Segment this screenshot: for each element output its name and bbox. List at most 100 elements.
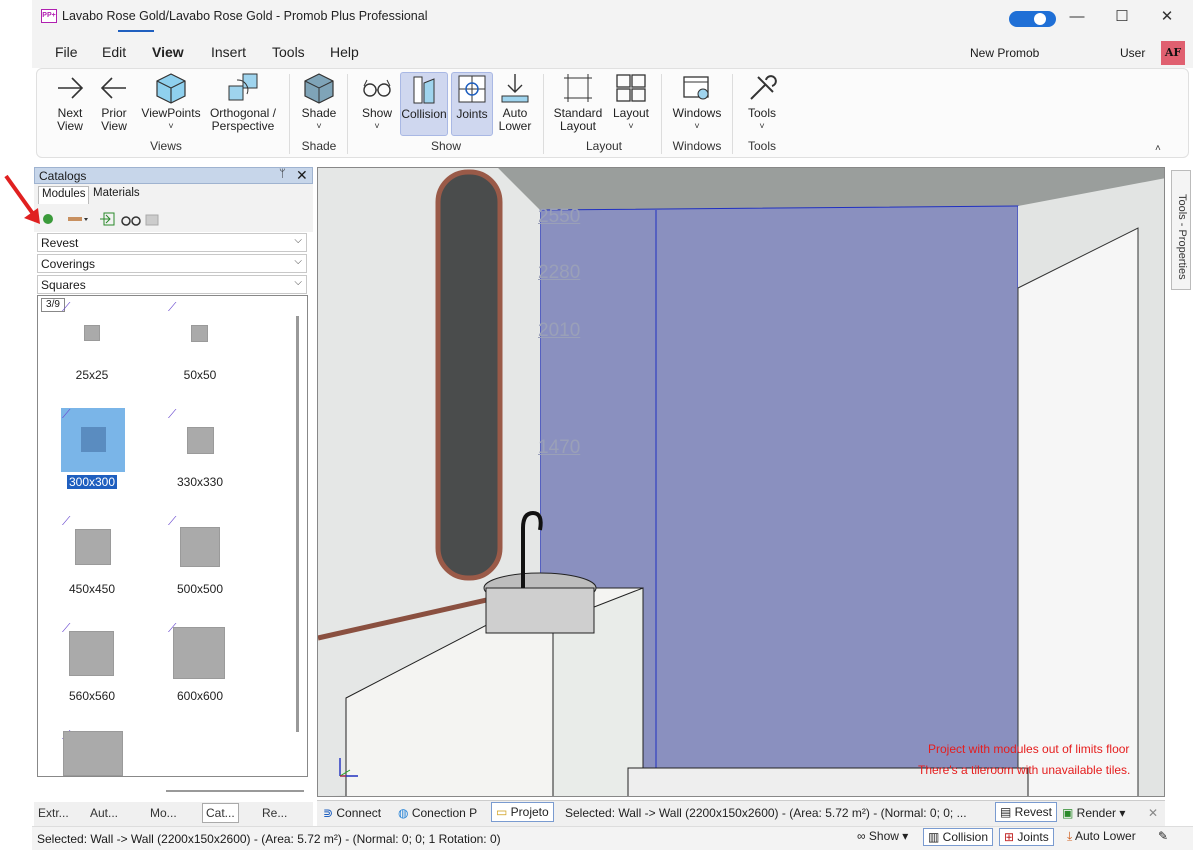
auto-lower-button[interactable]: Auto Lower (497, 72, 533, 133)
menu-edit[interactable]: Edit (102, 44, 126, 60)
globe-icon: ◍ (398, 806, 412, 820)
windows-button[interactable]: Windows ˅ (670, 72, 724, 133)
minimize-button[interactable]: — (1055, 4, 1099, 30)
tab-connect[interactable]: ⋑ Connect (323, 806, 381, 820)
joints-button[interactable]: Joints (451, 72, 493, 136)
catalog-scrollbar[interactable] (296, 316, 299, 732)
tab-cat[interactable]: Cat... (202, 803, 239, 823)
status-joints-button[interactable]: ⊞ Joints (999, 828, 1054, 846)
tools-icon (746, 72, 778, 104)
collision-button[interactable]: Collision (400, 72, 448, 136)
orthogonal-perspective-button[interactable]: Orthogonal / Perspective (205, 72, 281, 133)
catalog-item[interactable]: ⟋ 560x560 (52, 621, 132, 711)
catalog-item[interactable]: ⟋ 500x500 (160, 514, 240, 604)
scene-render (318, 168, 1164, 796)
tab-revest[interactable]: ▤ Revest (995, 802, 1058, 822)
app-icon: PP+ (41, 9, 57, 23)
prior-view-button[interactable]: Prior View (96, 72, 132, 133)
maximize-button[interactable]: ☐ (1100, 4, 1144, 30)
disabled-tool-icon (145, 214, 159, 226)
collision-icon (408, 73, 440, 105)
status-show-button[interactable]: ∞ Show ▾ (853, 828, 912, 844)
avatar[interactable]: AF (1161, 41, 1185, 65)
collapse-ribbon-button[interactable]: ˄ (1155, 143, 1161, 154)
user-label: User (1120, 46, 1146, 60)
tools-button[interactable]: Tools ˅ (742, 72, 782, 133)
arrow-left-icon (98, 72, 130, 104)
shade-cube-icon (303, 72, 335, 104)
status-auto-lower-button[interactable]: ⤓ Auto Lower (1063, 828, 1140, 845)
menu-bar: File Edit View Insert Tools Help New Pro… (32, 34, 1193, 68)
standard-layout-button[interactable]: Standard Layout (553, 72, 603, 133)
tile-thumbnail (191, 325, 208, 342)
tab-materials[interactable]: Materials (90, 186, 143, 200)
tile-thumbnail (180, 527, 220, 567)
shade-button[interactable]: Shade ˅ (299, 72, 339, 133)
joints-icon: ⊞ (1004, 830, 1018, 844)
catalog-toolbar (34, 204, 313, 232)
menu-help[interactable]: Help (330, 44, 359, 60)
layout-button[interactable]: Layout ˅ (611, 72, 651, 133)
tab-mo[interactable]: Mo... (150, 806, 177, 820)
perspective-cubes-icon (227, 72, 259, 104)
menu-tools[interactable]: Tools (272, 44, 305, 60)
viewpoints-button[interactable]: ViewPoints ˅ (140, 72, 202, 133)
standard-layout-icon (562, 72, 594, 104)
group-views: Views (150, 139, 182, 153)
toggle-knob (1034, 13, 1046, 25)
menu-view[interactable]: View (152, 44, 184, 60)
tab-aut[interactable]: Aut... (90, 806, 118, 820)
rss-icon: ⋑ (323, 806, 337, 820)
tab-render[interactable]: ▣ Render ▾ (1062, 806, 1125, 820)
dimension-label: 2280 (538, 262, 581, 283)
close-tabs-button[interactable]: ✕ (1148, 806, 1158, 820)
catalog-item[interactable]: ⟋ 25x25 (52, 300, 132, 390)
catalogs-header: Catalogs ᛘ ✕ (34, 167, 313, 184)
menu-insert[interactable]: Insert (211, 44, 246, 60)
ribbon-separator (732, 74, 733, 154)
axis-gizmo-icon (339, 758, 358, 777)
3d-viewport[interactable]: 2550 2280 2010 1470 Project with modules… (317, 167, 1165, 797)
ruler-icon (68, 217, 82, 221)
tile-thumbnail (187, 427, 214, 454)
chevron-down-icon: ⌵ (294, 235, 302, 246)
catalog-item[interactable]: ⟋ 600x600 (160, 621, 240, 711)
dimension-label: 2010 (538, 320, 581, 341)
new-promob-label: New Promob (970, 46, 1040, 60)
auto-lower-icon (499, 72, 531, 104)
show-button[interactable]: Show ˅ (358, 72, 396, 133)
catalog-item[interactable]: ⟋ 50x50 (160, 300, 240, 390)
pencil-icon[interactable]: ✎ (1154, 828, 1172, 844)
tab-projeto[interactable]: ▭ Projeto (491, 802, 554, 822)
ribbon-separator (347, 74, 348, 154)
catalog-item[interactable]: ⟋ (52, 728, 132, 776)
type-dropdown[interactable]: Squares ⌵ (37, 275, 307, 294)
folder-icon: ▭ (496, 805, 511, 819)
group-show: Show (430, 139, 462, 153)
catalog-hscrollbar[interactable] (166, 790, 304, 792)
auto-lower-icon: ⤓ (1067, 829, 1075, 843)
category-dropdown[interactable]: Revest ⌵ (37, 233, 307, 252)
catalog-item-selected[interactable]: ⟋ 300x300 (52, 407, 132, 497)
dimension-label: 1470 (538, 437, 581, 458)
status-collision-button[interactable]: ▥ Collision (923, 828, 994, 846)
subcategory-dropdown[interactable]: Coverings ⌵ (37, 254, 307, 273)
tab-re[interactable]: Re... (262, 806, 287, 820)
ribbon-separator (661, 74, 662, 154)
menu-file[interactable]: File (55, 44, 78, 60)
close-catalog-button[interactable]: ✕ (296, 167, 308, 184)
catalog-item[interactable]: ⟋ 330x330 (160, 407, 240, 497)
tab-conection[interactable]: ◍ Conection P (398, 806, 477, 820)
next-view-button[interactable]: Next View (52, 72, 88, 133)
close-window-button[interactable]: ✕ (1145, 4, 1189, 30)
tab-extr[interactable]: Extr... (38, 806, 69, 820)
tile-thumbnail (69, 631, 114, 676)
pin-icon[interactable]: ᛘ (279, 168, 286, 180)
ribbon-separator (289, 74, 290, 154)
catalog-item[interactable]: ⟋ 450x450 (52, 514, 132, 604)
window-title: Lavabo Rose Gold/Lavabo Rose Gold - Prom… (62, 9, 428, 23)
new-promob-toggle[interactable] (1009, 11, 1056, 27)
revest-icon: ▤ (1000, 805, 1015, 819)
magic-wand-icon: ⟋ (168, 300, 177, 314)
joints-icon (456, 73, 488, 105)
